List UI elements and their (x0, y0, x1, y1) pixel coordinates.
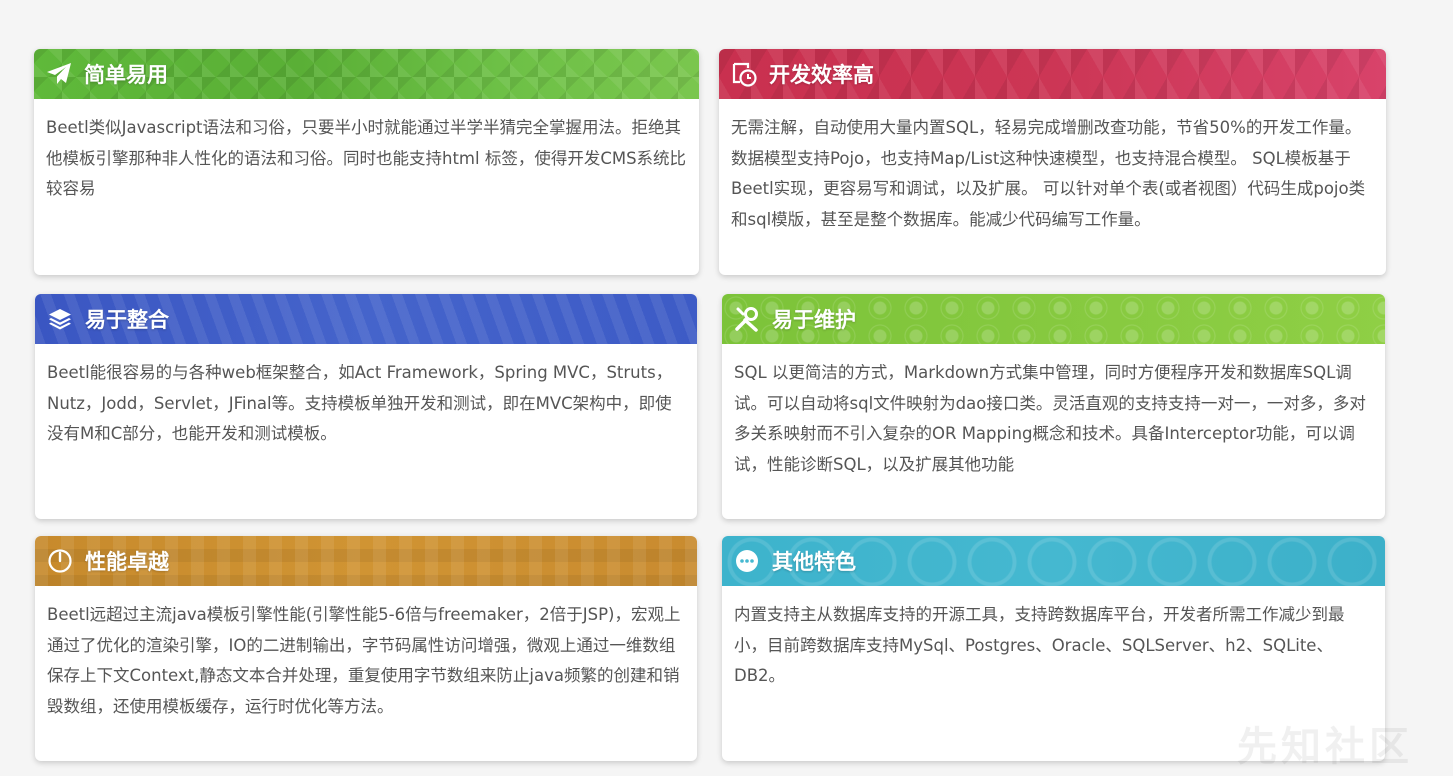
card-title: 性能卓越 (85, 550, 169, 574)
chat-bubble-icon (734, 548, 760, 574)
card-title: 简单易用 (84, 63, 168, 87)
card-header: 易于维护 (722, 294, 1385, 344)
feature-card-integration: 易于整合 Beetl能很容易的与各种web框架整合，如Act Framework… (35, 294, 697, 519)
card-header: 开发效率高 (719, 49, 1386, 99)
card-header: 易于整合 (35, 294, 697, 344)
card-title: 易于整合 (85, 308, 169, 332)
layers-icon (47, 306, 73, 332)
card-description: Beetl能很容易的与各种web框架整合，如Act Framework，Spri… (47, 363, 673, 443)
card-description: 无需注解，自动使用大量内置SQL，轻易完成增删改查功能，节省50%的开发工作量。… (731, 118, 1366, 229)
card-title: 易于维护 (772, 308, 856, 332)
card-header: 简单易用 (34, 49, 699, 99)
card-description: SQL 以更简洁的方式，Markdown方式集中管理，同时方便程序开发和数据库S… (734, 363, 1366, 474)
paper-plane-icon (46, 61, 72, 87)
clock-icon (731, 61, 757, 87)
watermark: 先知社区 (1237, 724, 1413, 770)
card-description: Beetl类似Javascript语法和习俗，只要半小时就能通过半学半猜完全掌握… (46, 118, 687, 198)
feature-card-efficiency: 开发效率高 无需注解，自动使用大量内置SQL，轻易完成增删改查功能，节省50%的… (719, 49, 1386, 275)
card-description: 内置支持主从数据库支持的开源工具，支持跨数据库平台，开发者所需工作减少到最小，目… (734, 605, 1345, 685)
card-title: 其他特色 (772, 550, 856, 574)
speedometer-icon (47, 548, 73, 574)
card-header: 性能卓越 (35, 536, 697, 586)
feature-card-performance: 性能卓越 Beetl远超过主流java模板引擎性能(引擎性能5-6倍与freem… (35, 536, 697, 761)
wrench-screwdriver-icon (734, 306, 760, 332)
card-title: 开发效率高 (769, 63, 874, 87)
card-header: 其他特色 (722, 536, 1385, 586)
card-description: Beetl远超过主流java模板引擎性能(引擎性能5-6倍与freemaker，… (47, 605, 681, 716)
feature-card-maintenance: 易于维护 SQL 以更简洁的方式，Markdown方式集中管理，同时方便程序开发… (722, 294, 1385, 519)
feature-card-easy-use: 简单易用 Beetl类似Javascript语法和习俗，只要半小时就能通过半学半… (34, 49, 699, 275)
